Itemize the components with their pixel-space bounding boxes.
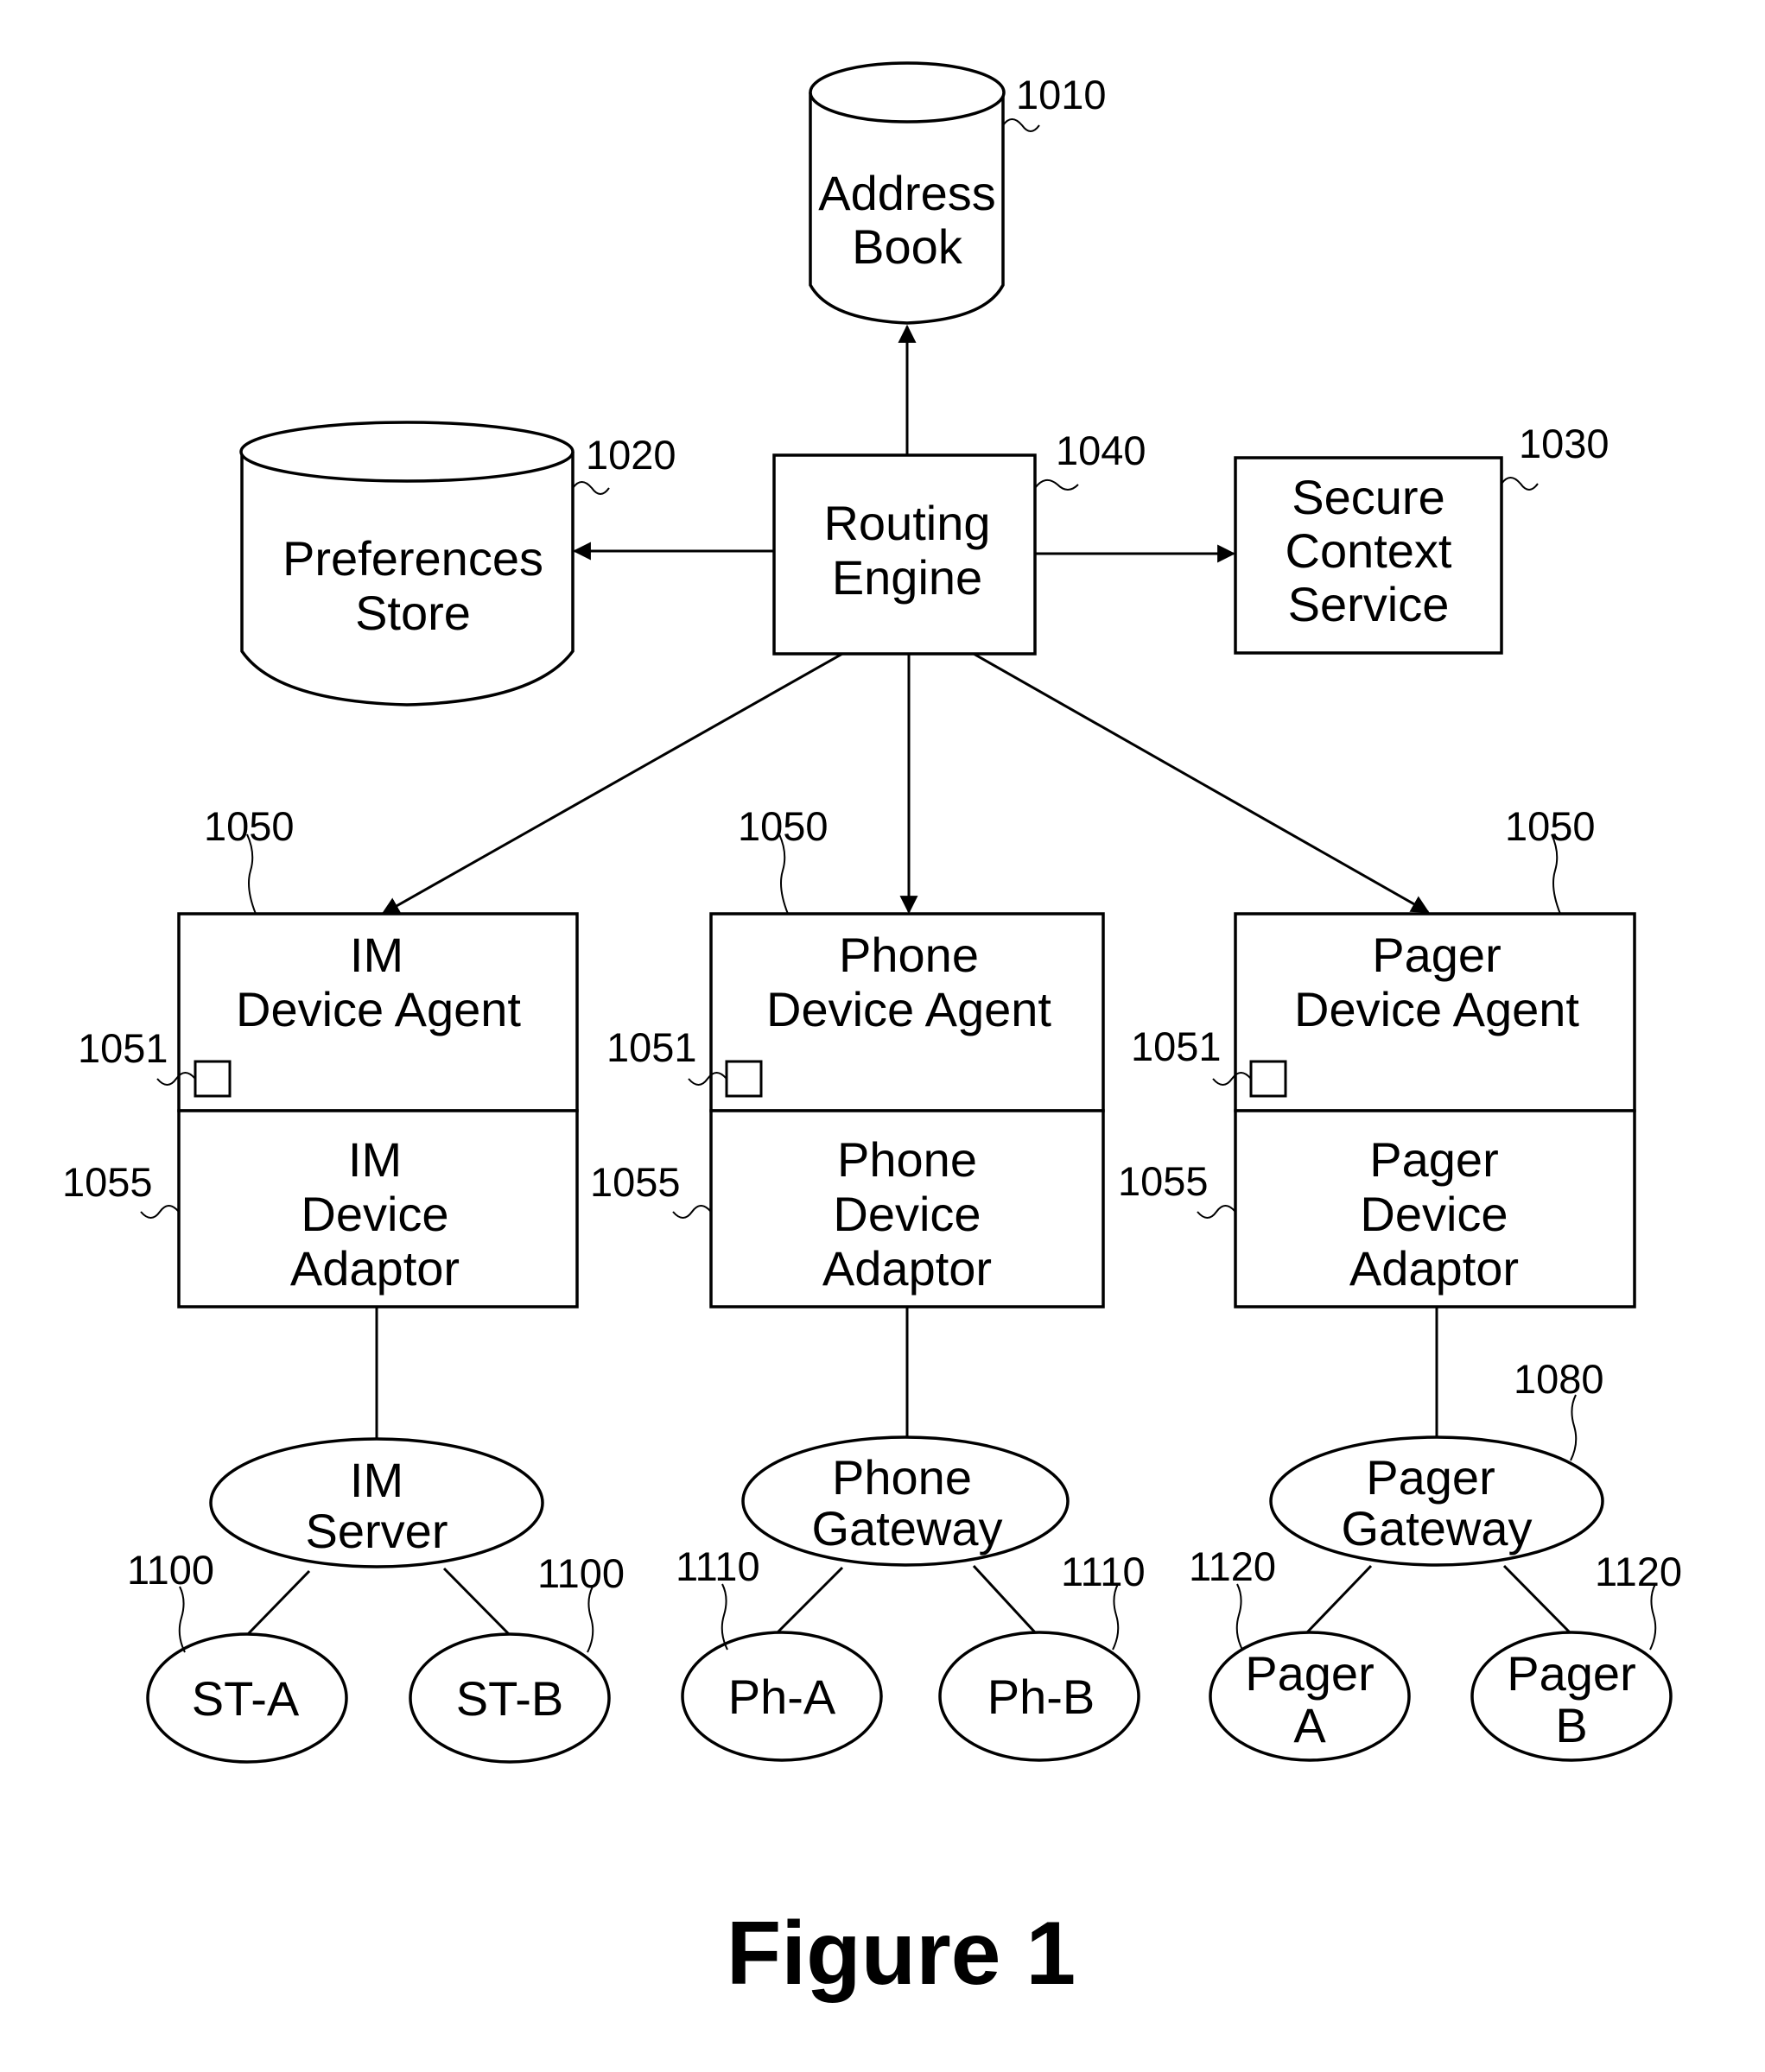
im-column: IM Device Agent IM Device Adaptor 1050 1…: [62, 803, 625, 1764]
secure-context-ref-leader: [1501, 477, 1539, 491]
secure-context-label-2: Context: [1286, 523, 1452, 578]
secure-context-ref: 1030: [1519, 421, 1609, 466]
ph-a-ref-leader: [721, 1583, 728, 1651]
ph-b-ref: 1110: [1061, 1549, 1146, 1594]
im-adaptor-ref: 1055: [62, 1159, 153, 1205]
routing-engine-ref: 1040: [1056, 428, 1146, 473]
im-agent-label-2: Device Agent: [236, 982, 521, 1036]
im-server-label-1: IM: [350, 1453, 403, 1507]
im-agent-subcomponent-square: [194, 1060, 232, 1098]
pager-a-label-2: A: [1293, 1698, 1326, 1752]
preferences-store-ref: 1020: [586, 432, 676, 478]
ph-a-label: Ph-A: [728, 1670, 836, 1724]
secure-context-service-node: Secure Context Service 1030: [1234, 421, 1609, 655]
routing-engine-ref-leader: [1034, 478, 1079, 491]
preferences-store-node: Preferences Store 1020: [239, 421, 676, 707]
routing-engine-label-2: Engine: [832, 550, 982, 605]
pager-gateway-ref-leader: [1570, 1394, 1578, 1461]
secure-context-label-1: Secure: [1292, 470, 1444, 524]
st-b-label: ST-B: [456, 1671, 563, 1726]
edge-phone-gw-to-ph-b: [972, 1564, 1037, 1634]
routing-engine-label-1: Routing: [823, 496, 990, 550]
pager-adaptor-label-1: Pager: [1369, 1132, 1498, 1187]
preferences-store-top: [239, 421, 575, 483]
pager-adaptor-ref-leader: [1197, 1205, 1236, 1219]
pager-adaptor-label-3: Adaptor: [1349, 1241, 1519, 1296]
pager-b-label-1: Pager: [1507, 1646, 1635, 1701]
edge-pager-gw-to-pager-a: [1305, 1564, 1373, 1634]
pager-agent-subref: 1051: [1131, 1023, 1222, 1069]
st-a-label: ST-A: [192, 1671, 300, 1726]
pager-a-label-1: Pager: [1245, 1646, 1374, 1701]
address-book-label-1: Address: [818, 166, 995, 220]
figure-caption: Figure 1: [727, 1904, 1076, 2004]
st-a-ref: 1100: [127, 1547, 214, 1593]
im-server-label-2: Server: [306, 1504, 448, 1558]
edge-im-server-to-st-b: [442, 1567, 511, 1637]
im-agent-label-1: IM: [350, 928, 403, 982]
phone-agent-subcomponent-square: [725, 1060, 763, 1098]
pager-agent-label-2: Device Agent: [1294, 982, 1579, 1036]
pager-a-ref-leader: [1235, 1583, 1243, 1651]
phone-agent-label-1: Phone: [839, 928, 979, 982]
im-adaptor-label-1: IM: [348, 1132, 402, 1187]
phone-adaptor-label-3: Adaptor: [822, 1241, 992, 1296]
phone-gateway-label-2: Gateway: [812, 1501, 1003, 1556]
pager-a-ref: 1120: [1189, 1543, 1276, 1589]
preferences-store-ref-leader: [572, 481, 610, 495]
pager-agent-ref: 1050: [1505, 803, 1596, 849]
phone-adaptor-label-2: Device: [833, 1187, 981, 1241]
address-book-ref: 1010: [1016, 72, 1107, 117]
edge-phone-gw-to-ph-a: [776, 1566, 844, 1634]
phone-adaptor-ref-leader: [672, 1205, 712, 1219]
secure-context-label-3: Service: [1288, 577, 1450, 631]
pager-agent-label-1: Pager: [1372, 928, 1501, 982]
ph-a-ref: 1110: [676, 1543, 760, 1589]
st-b-ref-leader: [587, 1586, 594, 1653]
preferences-store-label-1: Preferences: [283, 531, 543, 586]
phone-gateway-label-1: Phone: [832, 1450, 972, 1505]
pager-adaptor-ref: 1055: [1118, 1158, 1209, 1204]
phone-agent-ref: 1050: [738, 803, 829, 849]
pager-gateway-label-1: Pager: [1366, 1450, 1495, 1505]
edge-routing-to-pager-agent: [973, 652, 1430, 914]
im-adaptor-label-2: Device: [301, 1187, 448, 1241]
im-adaptor-label-3: Adaptor: [290, 1241, 460, 1296]
st-a-ref-leader: [178, 1586, 186, 1653]
phone-column: Phone Device Agent Phone Device Adaptor …: [590, 803, 1146, 1762]
system-diagram: Address Book 1010 Preferences Store 1020…: [62, 61, 1682, 2004]
im-agent-subref: 1051: [78, 1025, 168, 1071]
address-book-node: Address Book 1010: [809, 61, 1107, 325]
phone-agent-subref: 1051: [606, 1024, 697, 1070]
address-book-top: [809, 61, 1006, 124]
address-book-label-2: Book: [852, 219, 963, 274]
routing-engine-node: Routing Engine 1040: [772, 428, 1146, 656]
address-book-ref-leader: [1002, 118, 1040, 132]
edge-im-server-to-st-a: [245, 1569, 311, 1637]
im-adaptor-ref-leader: [140, 1205, 180, 1219]
pager-agent-subcomponent-square: [1249, 1060, 1287, 1098]
st-b-ref: 1100: [537, 1550, 625, 1596]
pager-b-ref: 1120: [1595, 1549, 1682, 1594]
phone-adaptor-ref: 1055: [590, 1159, 681, 1205]
pager-gateway-label-2: Gateway: [1342, 1501, 1533, 1556]
preferences-store-label-2: Store: [355, 586, 471, 640]
edge-pager-gw-to-pager-b: [1502, 1564, 1571, 1634]
im-agent-ref: 1050: [204, 803, 295, 849]
pager-b-label-2: B: [1555, 1698, 1587, 1752]
pager-adaptor-label-2: Device: [1360, 1187, 1508, 1241]
ph-b-label: Ph-B: [987, 1670, 1095, 1724]
phone-agent-label-2: Device Agent: [766, 982, 1051, 1036]
pager-gateway-ref: 1080: [1514, 1356, 1604, 1402]
pager-column: Pager Device Agent Pager Device Adaptor …: [1118, 803, 1682, 1762]
phone-adaptor-label-1: Phone: [837, 1132, 977, 1187]
